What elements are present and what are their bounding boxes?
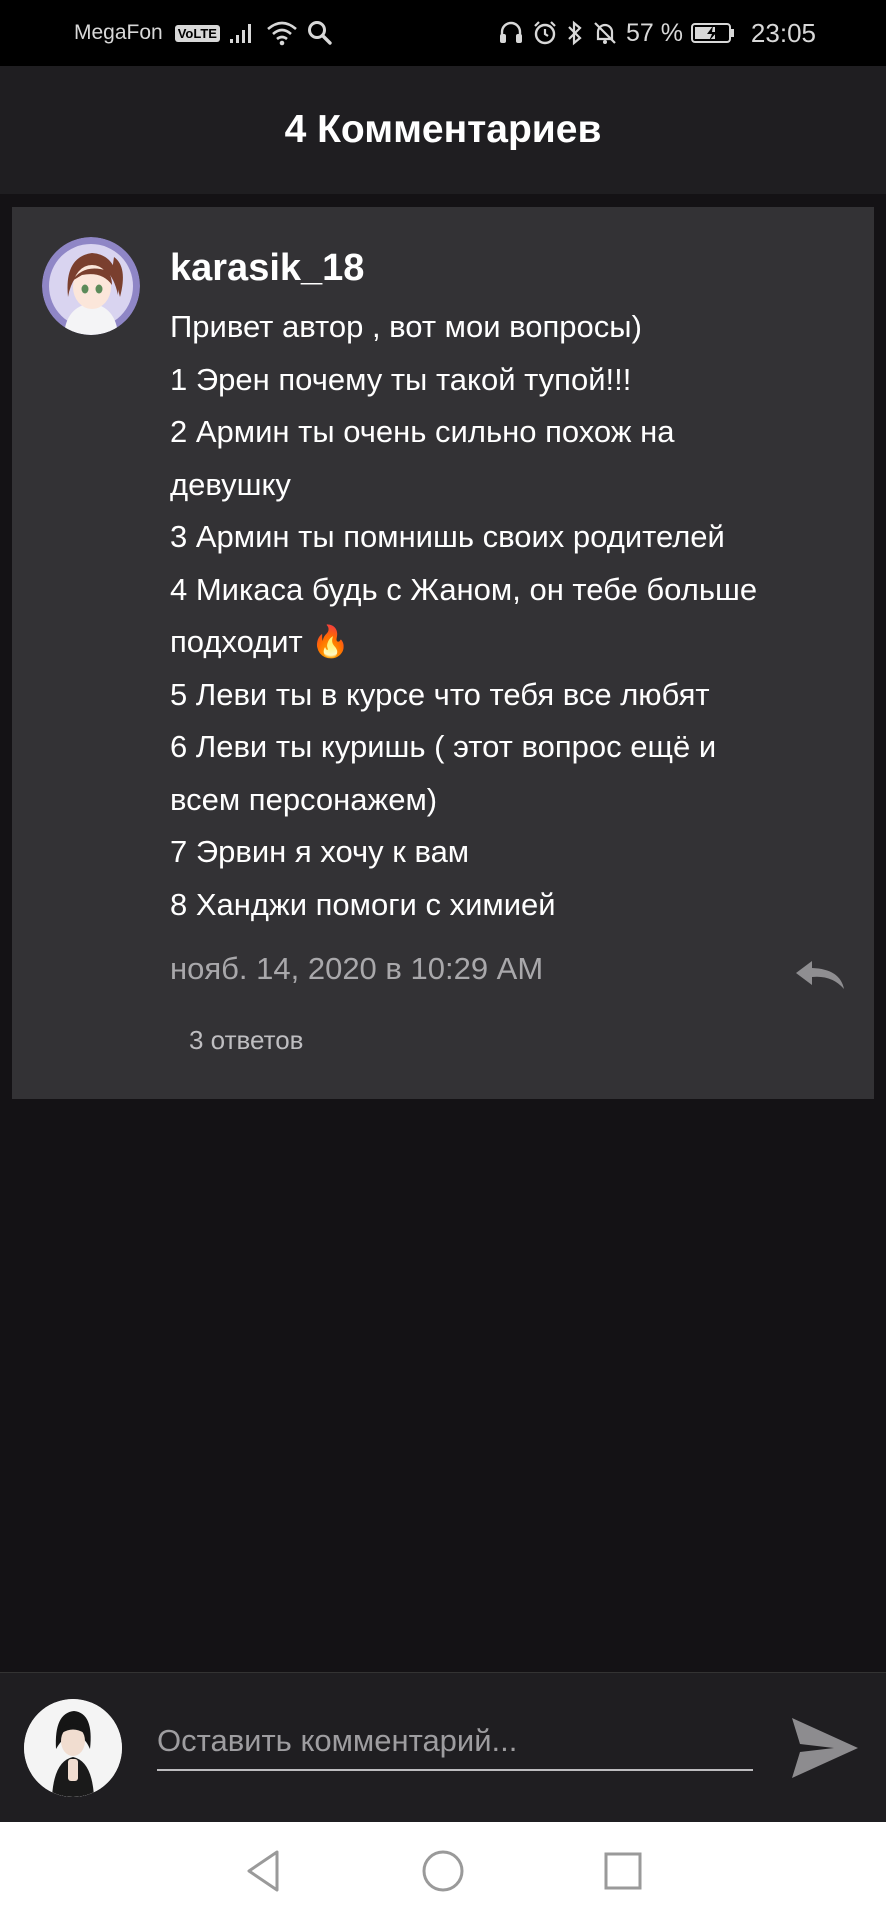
replies-count-link[interactable]: 3 ответов [189,1025,304,1056]
search-icon [306,19,334,47]
comment-line: 1 Эрен почему ты такой тупой!!! [170,361,632,397]
comment-line: девушку [170,466,291,502]
wifi-icon [266,20,298,46]
send-icon [792,1718,858,1778]
status-right: 57 % 23:05 [498,18,816,49]
bluetooth-icon [566,20,584,46]
clock: 23:05 [750,17,816,48]
comment-line: 3 Армин ты помнишь своих родителей [170,519,725,554]
volte-badge: VoLTE [174,24,220,42]
comment-line: 4 Микаса будь с Жаном, он тебе больше [170,571,758,607]
carrier-name: MegaFon [74,21,163,44]
comment-username[interactable]: karasik_18 [170,245,860,291]
reply-icon[interactable] [792,957,848,993]
comment-line: всем персонажем) [170,781,438,817]
comment-card: karasik_18 Привет автор , вот мои вопрос… [12,207,874,1099]
battery-charging-icon [690,22,735,44]
comment-line: 8 Ханджи помоги с химией [170,886,556,922]
comment-input-bar [0,1672,886,1822]
page-header: 4 Комментариев [0,66,886,194]
comment-line: Привет автор , вот мои вопросы) [170,309,642,344]
nav-back-button[interactable] [238,1846,288,1896]
alarm-icon [532,20,558,46]
comment-timestamp: нояб. 14, 2020 в 10:29 AM [170,951,544,986]
system-nav-bar [0,1822,886,1920]
nav-home-button[interactable] [418,1846,468,1896]
signal-icon [228,21,258,45]
comment-line: 2 Армин ты очень сильно похож на [170,414,675,449]
comment-line: 6 Леви ты куришь ( этот вопрос ещё и [170,729,717,764]
page-title: 4 Комментариев [284,108,602,151]
recents-square-icon [604,1852,642,1890]
avatar[interactable] [42,237,140,335]
comment-line: подходит 🔥 [170,624,350,659]
nav-recents-button[interactable] [598,1846,648,1896]
comment-line: 5 Леви ты в курсе что тебя все любят [170,676,710,712]
comment-text: Привет автор , вот мои вопросы) 1 Эрен п… [170,301,860,931]
headphones-icon [498,20,524,46]
status-bar: MegaFon VoLTE 57 % 23:05 [0,0,886,66]
status-left: MegaFon VoLTE [74,19,334,47]
send-button[interactable] [790,1716,860,1780]
comment-input[interactable] [157,1713,753,1771]
battery-percent: 57 % [625,18,683,47]
comment-line: 7 Эрвин я хочу к вам [170,834,470,869]
home-circle-icon [422,1850,464,1892]
notifications-off-icon [592,20,618,46]
my-avatar [24,1699,122,1797]
back-triangle-icon [247,1850,279,1892]
comments-screen: MegaFon VoLTE 57 % 23:05 4 Комментариев … [0,0,886,1920]
comment-body: karasik_18 Привет автор , вот мои вопрос… [170,245,860,931]
